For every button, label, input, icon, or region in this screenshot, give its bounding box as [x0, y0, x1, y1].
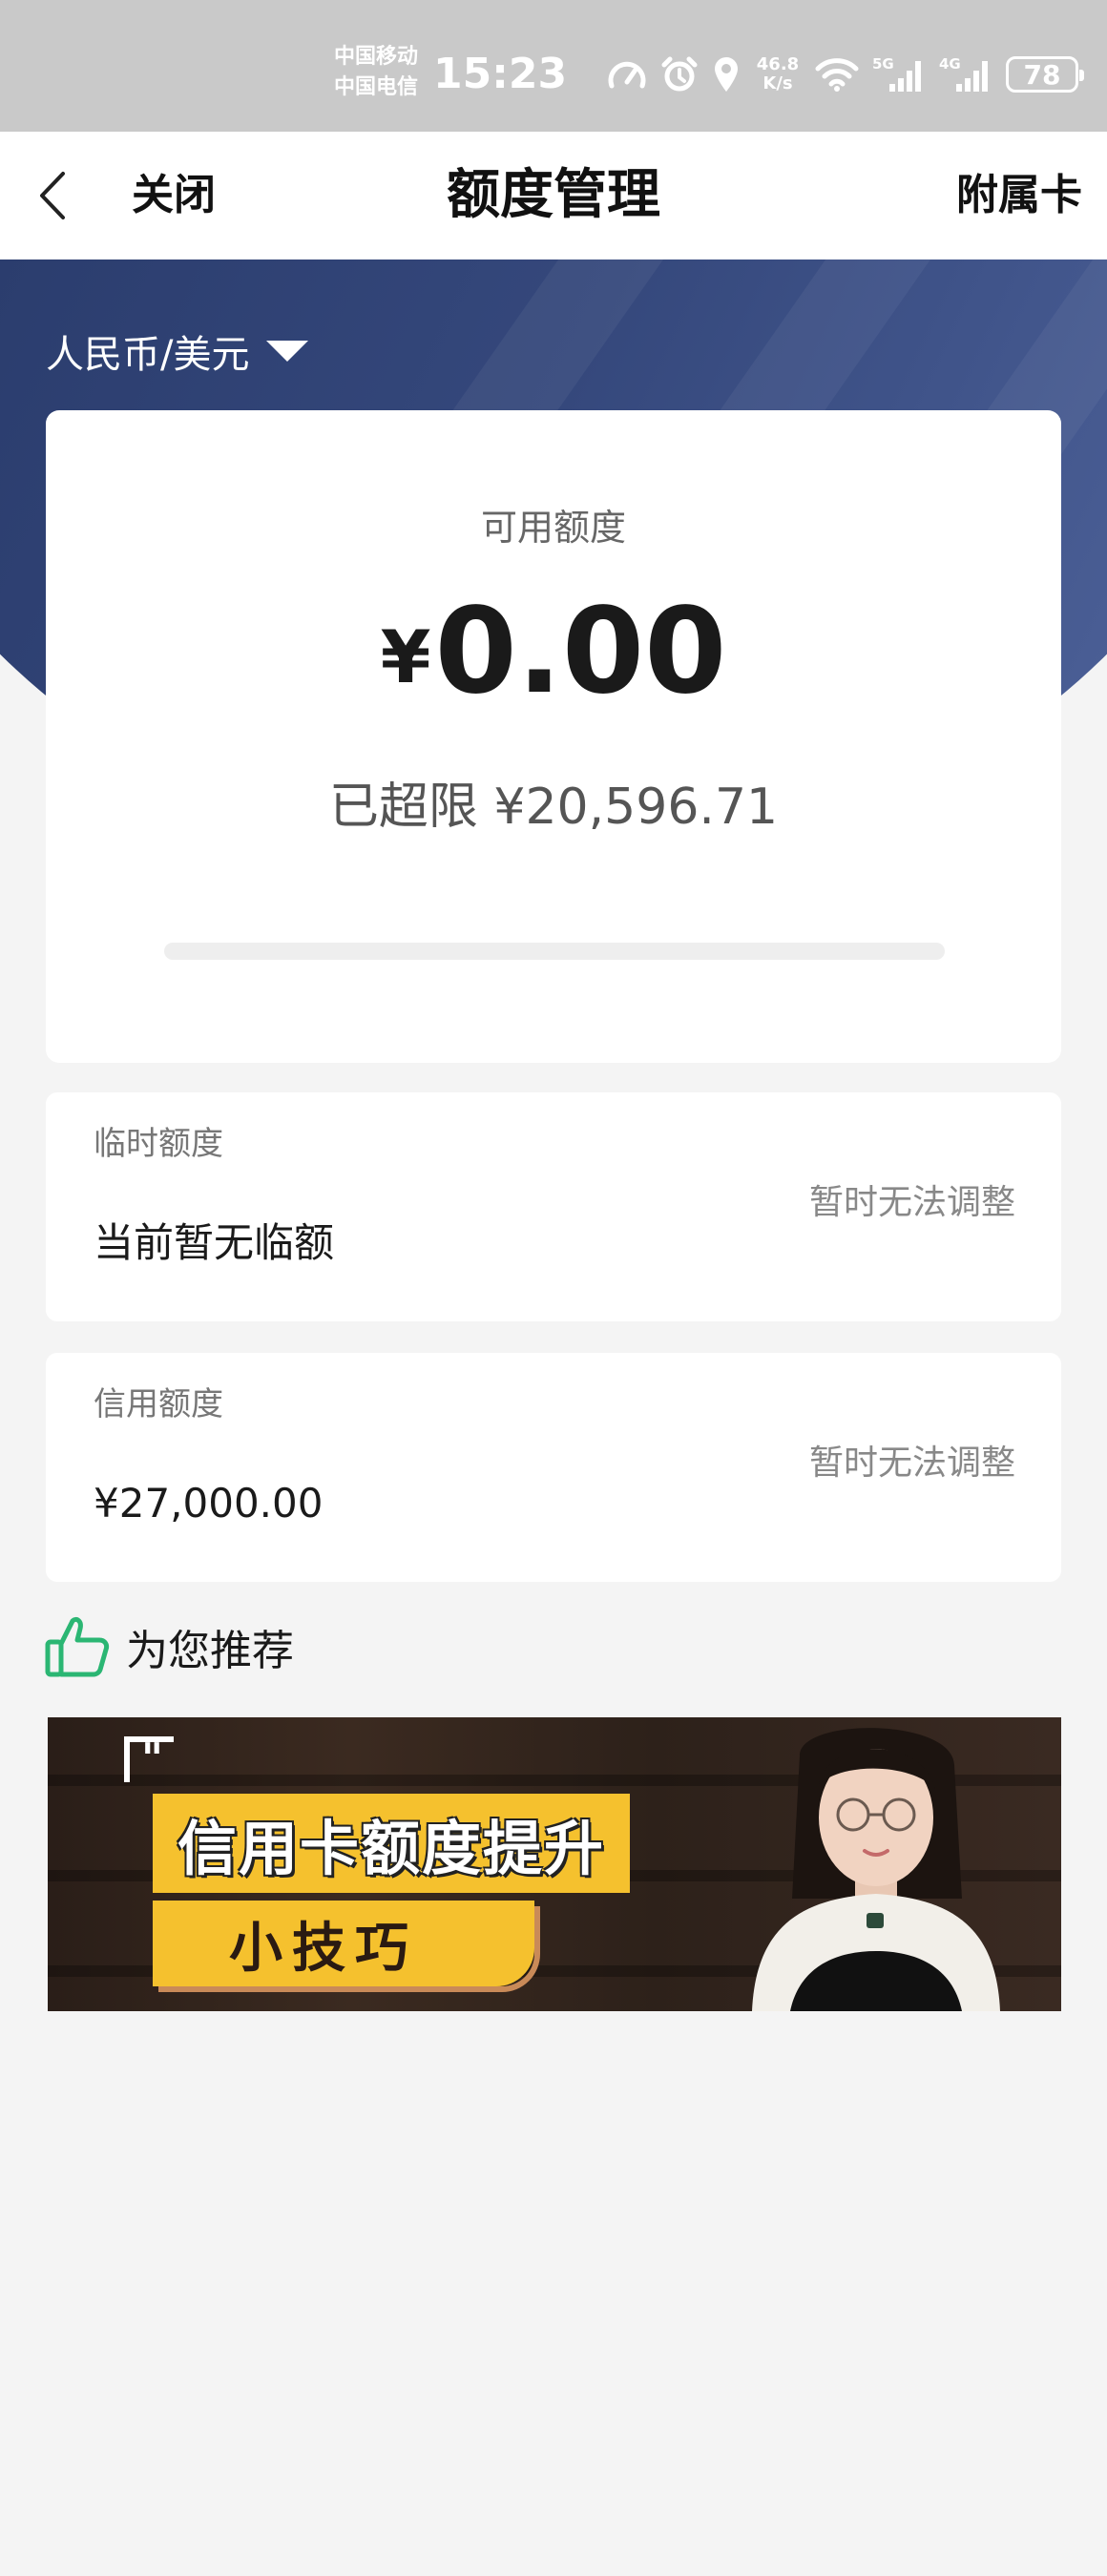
credit-limit-value: ¥27,000.00: [94, 1480, 324, 1527]
signal-4g-label: 4G: [939, 55, 961, 73]
carrier-1: 中国移动: [334, 45, 419, 69]
credit-limit-status: 暂时无法调整: [808, 1444, 1015, 1483]
network-speed: 46.8 K/s: [754, 55, 802, 93]
quote-mark-icon: ": [124, 1735, 174, 1783]
battery-level: 78: [1023, 58, 1061, 91]
presenter-image: [752, 1728, 1000, 2011]
network-speed-unit: K/s: [762, 73, 793, 93]
currency-symbol: ¥: [380, 614, 431, 699]
location-icon: [715, 57, 738, 92]
available-credit-card: 可用额度 ¥0.00 已超限 ¥20,596.71: [46, 410, 1061, 1063]
banner-title-box: 信用卡额度提升: [153, 1794, 631, 1893]
temporary-limit-card[interactable]: 临时额度 当前暂无临额 暂时无法调整: [46, 1092, 1061, 1321]
battery-indicator: 78: [1006, 56, 1084, 93]
chevron-left-icon: [40, 172, 65, 219]
status-time: 15:23: [433, 50, 568, 98]
thumbs-up-icon: [45, 1616, 110, 1677]
currency-selector-label: 人民币/美元: [46, 333, 250, 377]
signal-5g-icon: 5G: [872, 55, 921, 92]
carrier-labels: 中国移动 中国电信: [334, 42, 429, 103]
available-credit-amount: ¥0.00: [46, 590, 1061, 749]
recommend-header: 为您推荐: [44, 1612, 294, 1681]
temporary-limit-label: 临时额度: [94, 1125, 223, 1163]
promo-banner[interactable]: " 信用卡额度提升 小技巧: [48, 1717, 1061, 2011]
banner-subtitle: 小技巧: [229, 1917, 418, 1980]
available-credit-value: 0.00: [434, 583, 727, 720]
page-title: 额度管理: [447, 164, 660, 226]
recommend-title: 为您推荐: [126, 1627, 294, 1675]
network-speed-value: 46.8: [756, 54, 800, 74]
available-credit-label: 可用额度: [480, 507, 626, 549]
nav-bar: 关闭 额度管理 附属卡: [0, 132, 1107, 260]
alarm-icon: [661, 56, 698, 92]
credit-limit-label: 信用额度: [94, 1385, 223, 1423]
signal-4g-icon: 4G: [939, 55, 988, 92]
signal-5g-label: 5G: [872, 55, 894, 73]
back-button[interactable]: [29, 160, 76, 231]
caret-down-icon: [266, 341, 309, 362]
banner-subtitle-box: 小技巧: [153, 1901, 534, 1986]
speedometer-icon: [608, 61, 646, 89]
wifi-icon: [815, 58, 859, 92]
limit-usage-bar: [164, 943, 945, 960]
close-button[interactable]: 关闭: [132, 165, 216, 226]
status-bar: 中国移动 中国电信 15:23 46.8 K/s 5G 4G 78: [0, 0, 1107, 132]
banner-title: 信用卡额度提升: [178, 1814, 606, 1883]
temporary-limit-status: 暂时无法调整: [808, 1183, 1015, 1222]
credit-limit-card[interactable]: 信用额度 ¥27,000.00 暂时无法调整: [46, 1353, 1061, 1582]
overlimit-amount: 已超限 ¥20,596.71: [328, 779, 779, 836]
currency-selector[interactable]: 人民币/美元: [46, 322, 309, 380]
carrier-2: 中国电信: [334, 75, 419, 99]
secondary-card-button[interactable]: 附属卡: [956, 165, 1082, 226]
status-icons: 46.8 K/s 5G 4G 78: [607, 53, 1084, 95]
temporary-limit-value: 当前暂无临额: [94, 1219, 335, 1266]
